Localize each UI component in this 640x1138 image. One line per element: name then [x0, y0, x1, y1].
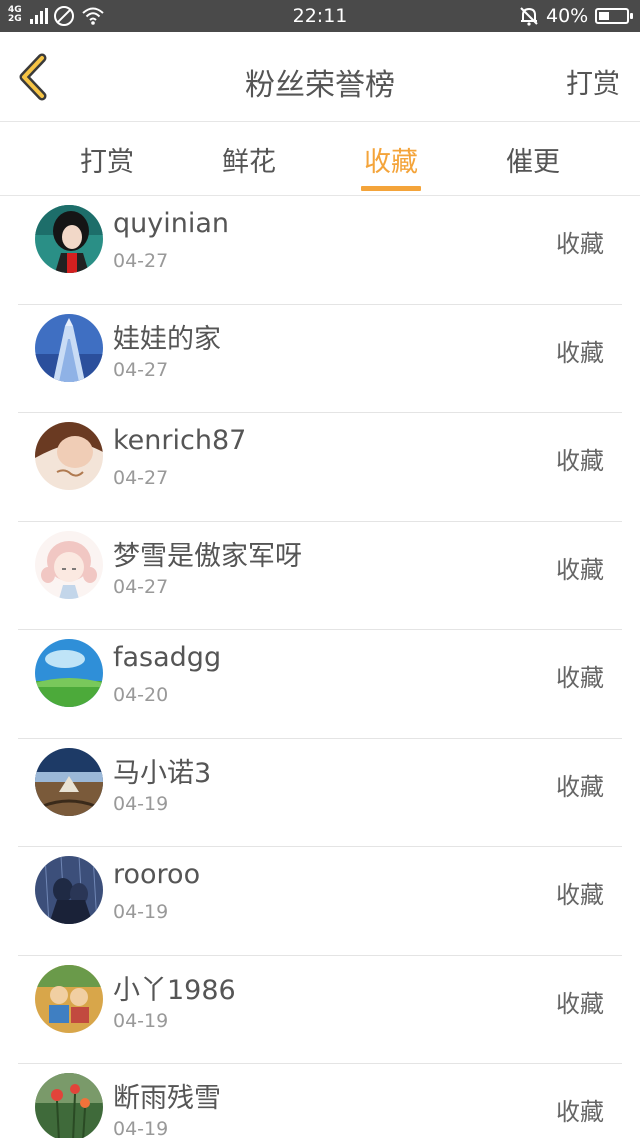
tab-favorites[interactable]: 收藏 [331, 140, 451, 196]
battery-percent: 40% [546, 5, 589, 27]
landscape-avatar [35, 639, 103, 707]
list-item[interactable]: rooroo 04-19 收藏 [0, 847, 640, 956]
chevron-left-icon[interactable] [12, 52, 56, 102]
action-label: 收藏 [556, 881, 604, 909]
flowers-avatar [35, 1073, 103, 1138]
tab-reward[interactable]: 打赏 [47, 140, 167, 196]
action-label: 收藏 [556, 1098, 604, 1126]
user-name: rooroo [113, 859, 201, 890]
date: 04-19 [113, 792, 169, 815]
header: 粉丝荣誉榜 打赏 [0, 32, 640, 122]
reward-button[interactable]: 打赏 [566, 62, 620, 101]
user-name: fasadgg [113, 642, 222, 673]
action-label: 收藏 [556, 989, 604, 1018]
list-item[interactable]: 娃娃的家 04-27 收藏 [0, 305, 640, 413]
list-item[interactable]: 小丫1986 04-19 收藏 [0, 956, 640, 1064]
tab-bar: 打赏 鲜花 收藏 催更 [0, 122, 640, 196]
date: 04-27 [113, 358, 169, 381]
page-title: 粉丝荣誉榜 [245, 68, 395, 103]
action-label: 收藏 [556, 447, 604, 475]
user-name: kenrich87 [113, 425, 247, 456]
tab-flowers[interactable]: 鲜花 [189, 140, 309, 196]
battery-icon [595, 8, 633, 24]
clock: 22:11 [292, 5, 348, 27]
tab-urge-update[interactable]: 催更 [473, 140, 593, 196]
list-item[interactable]: kenrich87 04-27 收藏 [0, 413, 640, 522]
action-label: 收藏 [556, 338, 604, 367]
action-label: 收藏 [556, 664, 604, 692]
sunset-avatar [35, 747, 103, 816]
couple-rain-avatar [35, 856, 103, 924]
action-label: 收藏 [556, 772, 604, 801]
action-label: 收藏 [556, 230, 604, 258]
alarm-off-icon [520, 7, 538, 26]
anime-girl-avatar [35, 530, 103, 599]
user-name: quyinian [113, 208, 230, 239]
date: 04-19 [113, 1118, 169, 1138]
girl-photo-avatar [35, 422, 103, 490]
list-item[interactable]: 马小诺3 04-19 收藏 [0, 739, 640, 847]
active-tab-indicator [361, 186, 421, 191]
anime-boy-avatar [35, 205, 103, 273]
list-item[interactable]: 梦雪是傲家军呀 04-27 收藏 [0, 522, 640, 630]
list-item[interactable]: 断雨残雪 04-19 收藏 [0, 1064, 640, 1138]
date: 04-27 [113, 575, 169, 598]
building-sky-avatar [35, 313, 103, 382]
date: 04-27 [113, 250, 169, 272]
user-name: 断雨残雪 [113, 1083, 221, 1114]
fan-list[interactable]: quyinian 04-27 收藏 娃娃的家 04-27 收藏 kenrich8… [0, 196, 640, 1138]
list-item[interactable]: fasadgg 04-20 收藏 [0, 630, 640, 739]
user-name: 小丫1986 [113, 974, 236, 1006]
date: 04-27 [113, 467, 169, 489]
user-name: 梦雪是傲家军呀 [113, 540, 302, 572]
user-name: 马小诺3 [113, 757, 212, 789]
user-name: 娃娃的家 [113, 323, 221, 355]
date: 04-19 [113, 901, 169, 923]
action-label: 收藏 [556, 555, 604, 584]
date: 04-20 [113, 684, 169, 706]
cartoon-kids-avatar [35, 964, 103, 1033]
status-bar: 4G 2G 22:11 40% [0, 0, 640, 32]
list-item[interactable]: quyinian 04-27 收藏 [0, 196, 640, 305]
date: 04-19 [113, 1009, 169, 1032]
